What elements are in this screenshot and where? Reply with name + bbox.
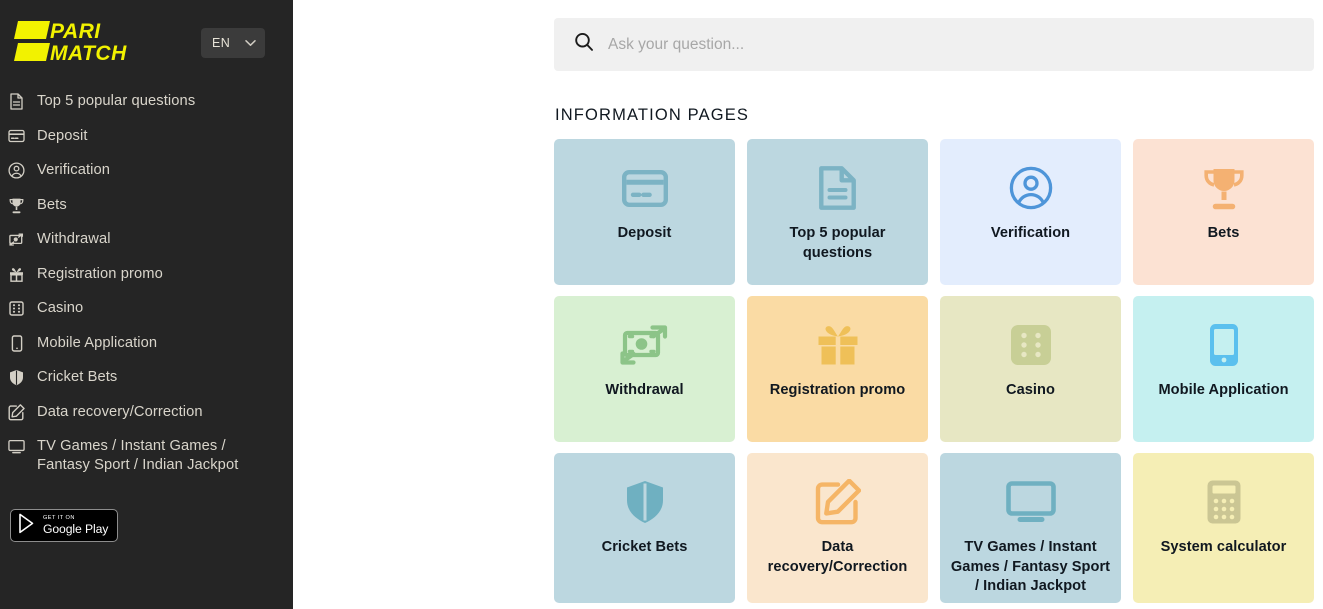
sidebar-item-casino[interactable]: Casino <box>0 299 293 334</box>
trophy-icon <box>8 197 25 214</box>
card-deposit[interactable]: Deposit <box>554 139 735 285</box>
sidebar-item-bets[interactable]: Bets <box>0 196 293 231</box>
google-play-triangle-icon <box>18 513 37 539</box>
gift-icon <box>815 320 861 370</box>
document-icon <box>8 93 25 110</box>
card-label: System calculator <box>1161 538 1287 558</box>
sidebar-item-withdrawal[interactable]: Withdrawal <box>0 230 293 265</box>
card-label: Casino <box>1006 381 1055 401</box>
parimatch-logo-svg: PARI MATCH <box>10 17 128 65</box>
credit-card-icon <box>8 128 25 145</box>
chevron-down-icon <box>245 34 256 52</box>
card-verification[interactable]: Verification <box>940 139 1121 285</box>
card-system-calculator[interactable]: System calculator <box>1133 453 1314 603</box>
page-root: PARI MATCH EN Top 5 popular questions <box>0 0 1323 609</box>
sidebar-item-data-recovery-correction[interactable]: Data recovery/Correction <box>0 403 293 438</box>
card-registration-promo[interactable]: Registration promo <box>747 296 928 442</box>
main-content: INFORMATION PAGES Deposit Top 5 popular … <box>293 0 1323 609</box>
card-label: Mobile Application <box>1158 381 1288 401</box>
language-selector-value: EN <box>212 36 230 50</box>
google-play-badge[interactable]: GET IT ON Google Play <box>10 509 118 542</box>
sidebar-item-label: Registration promo <box>37 265 163 284</box>
parimatch-logo[interactable]: PARI MATCH <box>10 17 128 70</box>
card-label: TV Games / Instant Games / Fantasy Sport… <box>950 538 1111 597</box>
search-icon <box>574 32 594 57</box>
language-selector[interactable]: EN <box>201 28 265 58</box>
user-circle-icon <box>8 162 25 179</box>
google-play-badge-big-text: Google Play <box>43 523 108 535</box>
card-label: Top 5 popular questions <box>757 224 918 263</box>
google-play-badge-text: GET IT ON Google Play <box>43 516 108 536</box>
card-bets[interactable]: Bets <box>1133 139 1314 285</box>
sidebar-item-label: TV Games / Instant Games / Fantasy Sport… <box>37 437 265 475</box>
card-casino[interactable]: Casino <box>940 296 1121 442</box>
document-icon <box>819 163 856 213</box>
card-label: Bets <box>1208 224 1240 244</box>
tv-monitor-icon <box>8 438 25 455</box>
money-transfer-icon <box>8 231 25 248</box>
sidebar-item-label: Data recovery/Correction <box>37 403 203 422</box>
shield-icon <box>8 369 25 386</box>
sidebar-item-label: Cricket Bets <box>37 368 117 387</box>
tv-monitor-icon <box>1006 477 1056 527</box>
credit-card-icon <box>622 163 668 213</box>
dice-icon <box>1010 320 1052 370</box>
sidebar-item-tv-games[interactable]: TV Games / Instant Games / Fantasy Sport… <box>0 437 293 491</box>
card-label: Data recovery/Correction <box>757 538 918 577</box>
mobile-phone-icon <box>1208 320 1240 370</box>
edit-square-icon <box>8 404 25 421</box>
card-label: Verification <box>991 224 1070 244</box>
card-data-recovery-correction[interactable]: Data recovery/Correction <box>747 453 928 603</box>
sidebar-item-registration-promo[interactable]: Registration promo <box>0 265 293 300</box>
card-label: Registration promo <box>770 381 906 401</box>
mobile-phone-icon <box>8 335 25 352</box>
edit-square-icon <box>815 477 861 527</box>
card-withdrawal[interactable]: Withdrawal <box>554 296 735 442</box>
card-tv-games[interactable]: TV Games / Instant Games / Fantasy Sport… <box>940 453 1121 603</box>
information-pages-grid: Deposit Top 5 popular questions Verifica… <box>554 139 1314 603</box>
sidebar-item-label: Withdrawal <box>37 230 111 249</box>
shield-icon <box>625 477 665 527</box>
money-transfer-icon <box>620 320 670 370</box>
sidebar-item-cricket-bets[interactable]: Cricket Bets <box>0 368 293 403</box>
card-top-5-popular-questions[interactable]: Top 5 popular questions <box>747 139 928 285</box>
dice-icon <box>8 300 25 317</box>
search-input[interactable] <box>608 36 1294 54</box>
sidebar-item-deposit[interactable]: Deposit <box>0 127 293 162</box>
sidebar-item-label: Mobile Application <box>37 334 157 353</box>
google-play-badge-small-text: GET IT ON <box>43 516 108 522</box>
sidebar-item-top-5-popular-questions[interactable]: Top 5 popular questions <box>0 92 293 127</box>
card-label: Withdrawal <box>605 381 683 401</box>
sidebar-item-label: Deposit <box>37 127 88 146</box>
card-label: Deposit <box>618 224 672 244</box>
sidebar-item-verification[interactable]: Verification <box>0 161 293 196</box>
user-circle-icon <box>1009 163 1053 213</box>
card-mobile-application[interactable]: Mobile Application <box>1133 296 1314 442</box>
card-label: Cricket Bets <box>602 538 688 558</box>
trophy-icon <box>1201 163 1247 213</box>
search-bar[interactable] <box>554 18 1314 71</box>
svg-text:MATCH: MATCH <box>50 42 127 65</box>
svg-text:PARI: PARI <box>50 20 101 43</box>
calculator-icon <box>1206 477 1242 527</box>
sidebar-item-label: Casino <box>37 299 83 318</box>
sidebar-item-label: Verification <box>37 161 110 180</box>
page-title: INFORMATION PAGES <box>555 106 1314 125</box>
card-cricket-bets[interactable]: Cricket Bets <box>554 453 735 603</box>
sidebar: PARI MATCH EN Top 5 popular questions <box>0 0 293 609</box>
sidebar-nav: Top 5 popular questions Deposit Verifica… <box>0 72 293 491</box>
gift-icon <box>8 266 25 283</box>
sidebar-header: PARI MATCH EN <box>0 0 293 72</box>
sidebar-item-label: Bets <box>37 196 67 215</box>
sidebar-item-label: Top 5 popular questions <box>37 92 195 111</box>
sidebar-item-mobile-application[interactable]: Mobile Application <box>0 334 293 369</box>
